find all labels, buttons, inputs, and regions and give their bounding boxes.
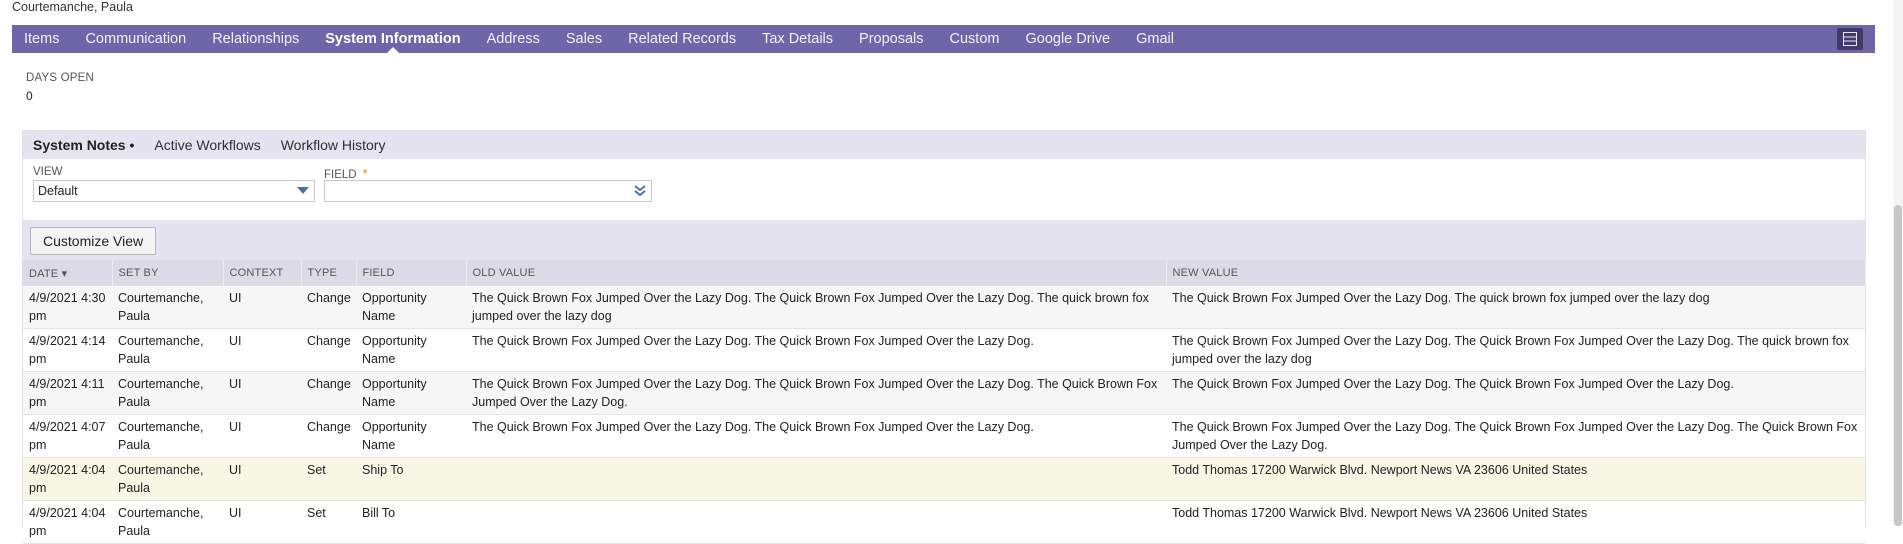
table-cell: UI <box>223 328 301 372</box>
days-open-value: 0 <box>26 89 33 103</box>
column-header-field[interactable]: FIELD <box>356 260 467 286</box>
record-title: Courtemanche, Paula <box>12 0 133 14</box>
table-cell: Opportunity Name <box>356 414 466 458</box>
table-cell: Set <box>301 500 356 544</box>
table-cell: The Quick Brown Fox Jumped Over the Lazy… <box>466 371 1166 415</box>
table-cell: UI <box>223 500 301 544</box>
table-cell: The Quick Brown Fox Jumped Over the Lazy… <box>1166 328 1865 372</box>
tab-gmail[interactable]: Gmail <box>1123 25 1187 53</box>
column-header-date[interactable]: DATE ▾ <box>23 260 113 286</box>
system-notes-table: DATE ▾ SET BY CONTEXT TYPE FIELD OLD VALUE NEW… <box>23 260 1866 544</box>
view-select-value: Default <box>38 184 78 198</box>
subtab-system-notes[interactable]: System Notes • <box>23 137 144 153</box>
table-cell: Courtemanche, Paula <box>112 371 223 415</box>
table-cell: Set <box>301 457 356 501</box>
record-tab-bar: Items Communication Relationships System In… <box>12 25 1875 53</box>
table-cell: Opportunity Name <box>356 328 466 372</box>
column-header-set-by[interactable]: SET BY <box>112 260 224 286</box>
table-cell: Change <box>301 371 356 415</box>
column-header-type[interactable]: TYPE <box>301 260 357 286</box>
column-header-context[interactable]: CONTEXT <box>223 260 302 286</box>
tab-system-information[interactable]: System Information <box>312 25 473 53</box>
table-cell: The Quick Brown Fox Jumped Over the Lazy… <box>1166 414 1865 458</box>
table-body: 4/9/2021 4:30 pm Courtemanche, Paula UI Cha… <box>23 286 1865 544</box>
table-cell: Courtemanche, Paula <box>112 414 223 458</box>
subtab-workflow-history[interactable]: Workflow History <box>271 137 396 153</box>
table-cell: Courtemanche, Paula <box>112 457 223 501</box>
tab-google-drive[interactable]: Google Drive <box>1012 25 1123 53</box>
table-cell: The Quick Brown Fox Jumped Over the Lazy… <box>1166 371 1865 415</box>
table-row[interactable]: 4/9/2021 4:30 pm Courtemanche, Paula UI Cha… <box>23 286 1865 329</box>
column-header-old-value[interactable]: OLD VALUE <box>466 260 1167 286</box>
table-cell: UI <box>223 286 301 329</box>
required-marker: * <box>362 166 368 181</box>
filter-bar: VIEW Default FIELD * <box>23 159 1865 220</box>
table-cell <box>466 457 1166 501</box>
table-row[interactable]: 4/9/2021 4:07 pm Courtemanche, Paula UI Cha… <box>23 414 1865 458</box>
tab-address[interactable]: Address <box>474 25 553 53</box>
table-cell: 4/9/2021 4:04 pm <box>23 500 112 544</box>
table-cell: UI <box>223 371 301 415</box>
caret-down-icon <box>297 187 309 194</box>
tab-related-records[interactable]: Related Records <box>615 25 749 53</box>
tab-items[interactable]: Items <box>12 25 72 53</box>
table-row[interactable]: 4/9/2021 4:14 pm Courtemanche, Paula UI Cha… <box>23 328 1865 372</box>
action-bar: Customize View <box>23 220 1865 260</box>
subtab-active-workflows[interactable]: Active Workflows <box>144 137 270 153</box>
system-notes-panel: System Notes • Active Workflows Workflow H… <box>22 130 1866 544</box>
table-cell: 4/9/2021 4:14 pm <box>23 328 112 372</box>
page-scrollbar[interactable] <box>1893 0 1903 526</box>
table-cell: UI <box>223 414 301 458</box>
field-select[interactable] <box>324 180 652 202</box>
table-cell: Bill To <box>356 500 466 544</box>
table-cell: Opportunity Name <box>356 371 466 415</box>
double-chevron-down-icon <box>634 185 646 197</box>
table-cell: Todd Thomas 17200 Warwick Blvd. Newport … <box>1166 500 1865 544</box>
layout-toggle-button[interactable] <box>1837 28 1863 50</box>
customize-view-button[interactable]: Customize View <box>30 227 157 255</box>
scrollbar-thumb[interactable] <box>1894 205 1902 526</box>
tab-relationships[interactable]: Relationships <box>199 25 312 53</box>
subtab-bar: System Notes • Active Workflows Workflow H… <box>23 131 1865 159</box>
table-cell: Courtemanche, Paula <box>112 500 223 544</box>
table-cell: Todd Thomas 17200 Warwick Blvd. Newport … <box>1166 457 1865 501</box>
table-row[interactable]: 4/9/2021 4:04 pm Courtemanche, Paula UI Set… <box>23 457 1865 501</box>
table-cell: 4/9/2021 4:04 pm <box>23 457 112 501</box>
tab-list: Items Communication Relationships System In… <box>12 25 1187 53</box>
table-cell: Courtemanche, Paula <box>112 328 223 372</box>
table-cell: 4/9/2021 4:07 pm <box>23 414 112 458</box>
table-cell: 4/9/2021 4:11 pm <box>23 371 112 415</box>
table-cell: The Quick Brown Fox Jumped Over the Lazy… <box>466 286 1166 329</box>
table-cell: Opportunity Name <box>356 286 466 329</box>
field-filter-label: FIELD * <box>324 166 368 181</box>
table-row[interactable]: 4/9/2021 4:04 pm Courtemanche, Paula UI Set… <box>23 500 1865 544</box>
days-open-label: DAYS OPEN <box>26 72 95 84</box>
view-filter-label: VIEW <box>33 166 63 178</box>
view-select[interactable]: Default <box>33 180 315 202</box>
tab-sales[interactable]: Sales <box>553 25 615 53</box>
table-cell: Change <box>301 414 356 458</box>
table-cell: Change <box>301 286 356 329</box>
table-cell: The Quick Brown Fox Jumped Over the Lazy… <box>1166 286 1865 329</box>
tab-proposals[interactable]: Proposals <box>846 25 936 53</box>
table-cell: Change <box>301 328 356 372</box>
table-cell: The Quick Brown Fox Jumped Over the Lazy… <box>466 328 1166 372</box>
table-header-row: DATE ▾ SET BY CONTEXT TYPE FIELD OLD VALUE NEW… <box>23 260 1866 286</box>
tab-custom[interactable]: Custom <box>937 25 1013 53</box>
column-header-new-value[interactable]: NEW VALUE <box>1166 260 1866 286</box>
tab-tax-details[interactable]: Tax Details <box>749 25 846 53</box>
table-cell <box>466 500 1166 544</box>
table-cell: 4/9/2021 4:30 pm <box>23 286 112 329</box>
table-row[interactable]: 4/9/2021 4:11 pm Courtemanche, Paula UI Cha… <box>23 371 1865 415</box>
layout-toggle-icon <box>1843 32 1857 46</box>
table-cell: Courtemanche, Paula <box>112 286 223 329</box>
tab-communication[interactable]: Communication <box>72 25 199 53</box>
table-cell: Ship To <box>356 457 466 501</box>
table-cell: UI <box>223 457 301 501</box>
table-cell: The Quick Brown Fox Jumped Over the Lazy… <box>466 414 1166 458</box>
